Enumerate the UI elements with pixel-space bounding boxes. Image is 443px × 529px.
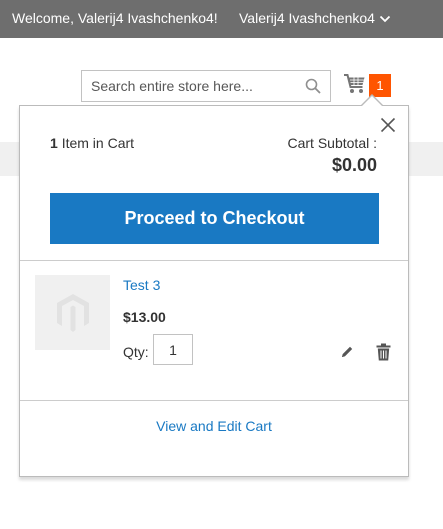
qty-label: Qty: <box>123 344 149 360</box>
items-in-cart-count: 1 Item in Cart <box>50 135 134 151</box>
product-thumbnail[interactable] <box>35 275 110 350</box>
chevron-down-icon <box>379 15 391 22</box>
proceed-to-checkout-button[interactable]: Proceed to Checkout <box>50 193 379 244</box>
divider <box>20 260 408 261</box>
cart-subtotal-value: $0.00 <box>331 155 377 175</box>
close-icon[interactable] <box>380 117 396 133</box>
minicart-dropdown: 1 Item in Cart Cart Subtotal : $0.00 Pro… <box>19 94 409 477</box>
account-name: Valerij4 Ivashchenko4 <box>239 10 375 26</box>
divider <box>20 400 408 401</box>
search-input[interactable] <box>82 71 302 101</box>
product-price: $13.00 <box>123 309 166 325</box>
shopping-cart-icon[interactable] <box>343 73 367 95</box>
cart-subtotal-label: Cart Subtotal : <box>287 135 378 151</box>
welcome-message: Welcome, Valerij4 Ivashchenko4! <box>12 10 218 26</box>
account-menu-toggle[interactable]: Valerij4 Ivashchenko4 <box>239 10 391 26</box>
pencil-edit-icon[interactable] <box>340 345 354 359</box>
top-header-bar: Welcome, Valerij4 Ivashchenko4! Valerij4… <box>0 0 443 38</box>
items-count-label: Item in Cart <box>61 135 135 151</box>
qty-input[interactable] <box>153 334 193 365</box>
items-count-number: 1 <box>50 135 58 151</box>
view-and-edit-cart-link[interactable]: View and Edit Cart <box>20 418 408 434</box>
product-name-link[interactable]: Test 3 <box>123 277 160 293</box>
search-box <box>81 70 331 102</box>
trash-icon[interactable] <box>376 343 391 361</box>
search-icon[interactable] <box>305 78 321 94</box>
product-placeholder-logo-icon <box>56 293 89 332</box>
